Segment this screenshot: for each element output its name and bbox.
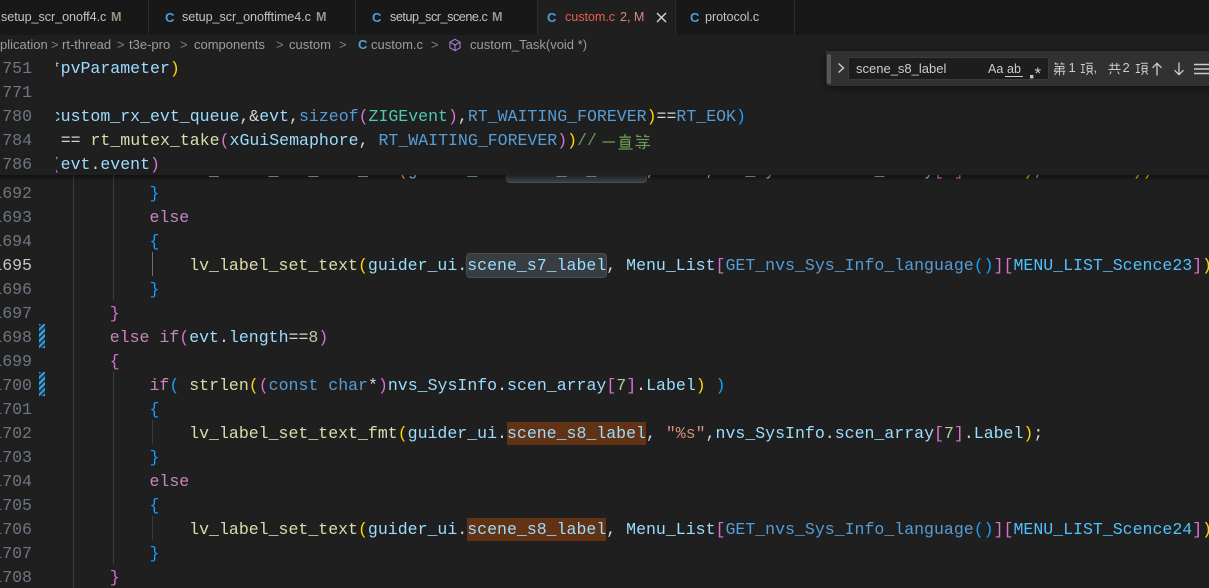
svg-text:*: * <box>1035 65 1042 80</box>
